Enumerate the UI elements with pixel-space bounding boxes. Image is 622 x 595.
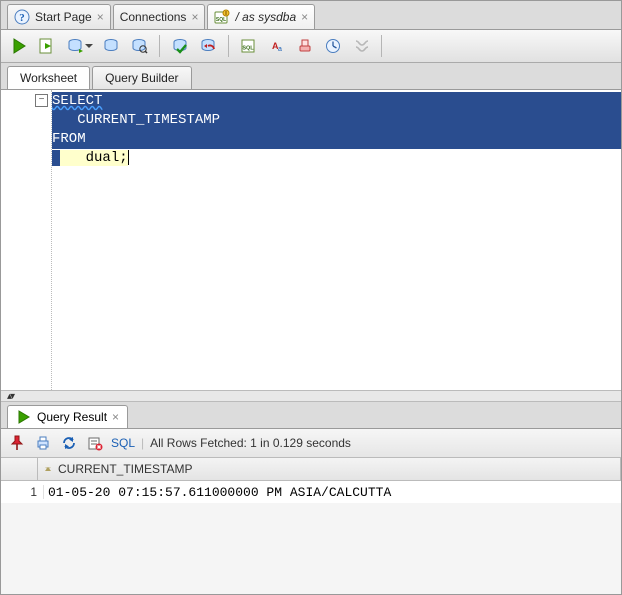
tab-worksheet[interactable]: Worksheet	[7, 66, 90, 89]
svg-text:?: ?	[19, 12, 25, 24]
row-index: 1	[1, 485, 44, 499]
results-toolbar: SQL | All Rows Fetched: 1 in 0.129 secon…	[1, 429, 621, 458]
results-grid[interactable]: CURRENT_TIMESTAMP 1 01-05-20 07:15:57.61…	[1, 458, 621, 503]
separator	[159, 35, 160, 57]
splitter-handle-icon: ▴▾	[7, 391, 13, 402]
sql-link[interactable]: SQL	[111, 436, 135, 450]
svg-text:SQL: SQL	[242, 46, 254, 52]
rollback-button[interactable]	[196, 34, 220, 58]
code-line: FROM	[52, 131, 86, 147]
close-icon[interactable]: ×	[191, 11, 198, 23]
code-line: SELECT	[52, 93, 102, 109]
editor-content[interactable]: SELECT CURRENT_TIMESTAMP FROM dual;	[52, 90, 621, 390]
tab-connections[interactable]: Connections ×	[113, 4, 206, 29]
tab-start-page[interactable]: ? Start Page ×	[7, 4, 111, 29]
tab-label: Query Result	[37, 410, 107, 424]
delete-result-button[interactable]	[85, 433, 105, 453]
code-line: dual;	[60, 150, 127, 166]
explain-plan-button[interactable]	[63, 34, 87, 58]
worksheet-toolbar: SQL Aa	[1, 30, 621, 63]
table-row[interactable]: 1 01-05-20 07:15:57.611000000 PM ASIA/CA…	[1, 481, 621, 503]
play-icon	[16, 409, 32, 425]
separator	[381, 35, 382, 57]
tab-label: / as sysdba	[235, 10, 296, 24]
row-header-corner	[1, 458, 38, 480]
horizontal-splitter[interactable]: ▴▾	[1, 390, 621, 402]
file-tab-bar: ? Start Page × Connections × SQL / as sy…	[1, 1, 621, 30]
fetch-status-text: All Rows Fetched: 1 in 0.129 seconds	[150, 436, 351, 450]
tab-label: Start Page	[35, 10, 92, 24]
sort-icon	[42, 463, 54, 475]
tab-query-builder[interactable]: Query Builder	[92, 66, 191, 89]
snippets-button[interactable]	[349, 34, 373, 58]
unshared-worksheet-button[interactable]: SQL	[237, 34, 261, 58]
editor-gutter: −	[1, 90, 52, 390]
refresh-button[interactable]	[59, 433, 79, 453]
column-header[interactable]: CURRENT_TIMESTAMP	[38, 458, 621, 480]
sql-editor[interactable]: − SELECT CURRENT_TIMESTAMP FROM dual;	[1, 90, 621, 390]
svg-text:a: a	[278, 46, 282, 53]
code-line: CURRENT_TIMESTAMP	[52, 112, 220, 128]
worksheet-tab-bar: Worksheet Query Builder	[1, 63, 621, 90]
print-button[interactable]	[33, 433, 53, 453]
svg-text:SQL: SQL	[216, 17, 226, 23]
commit-button[interactable]	[168, 34, 192, 58]
column-name: CURRENT_TIMESTAMP	[58, 462, 192, 476]
separator	[228, 35, 229, 57]
pin-button[interactable]	[7, 433, 27, 453]
sql-history-button[interactable]	[321, 34, 345, 58]
close-icon[interactable]: ×	[97, 11, 104, 23]
clear-button[interactable]	[293, 34, 317, 58]
help-icon: ?	[14, 9, 30, 25]
sql-file-icon: SQL	[214, 9, 230, 25]
tab-label: Connections	[120, 10, 187, 24]
run-script-button[interactable]	[35, 34, 59, 58]
cell-value[interactable]: 01-05-20 07:15:57.611000000 PM ASIA/CALC…	[44, 485, 621, 500]
text-cursor	[128, 150, 129, 165]
tab-query-result[interactable]: Query Result ×	[7, 405, 128, 428]
tab-sysdba[interactable]: SQL / as sysdba ×	[207, 4, 315, 29]
run-statement-button[interactable]	[7, 34, 31, 58]
autotrace-button[interactable]	[99, 34, 123, 58]
to-uppercase-button[interactable]: Aa	[265, 34, 289, 58]
close-icon[interactable]: ×	[112, 411, 119, 423]
close-icon[interactable]: ×	[301, 11, 308, 23]
results-tab-bar: Query Result ×	[1, 402, 621, 429]
fold-toggle-icon[interactable]: −	[35, 94, 48, 107]
sql-tuning-button[interactable]	[127, 34, 151, 58]
grid-header: CURRENT_TIMESTAMP	[1, 458, 621, 481]
